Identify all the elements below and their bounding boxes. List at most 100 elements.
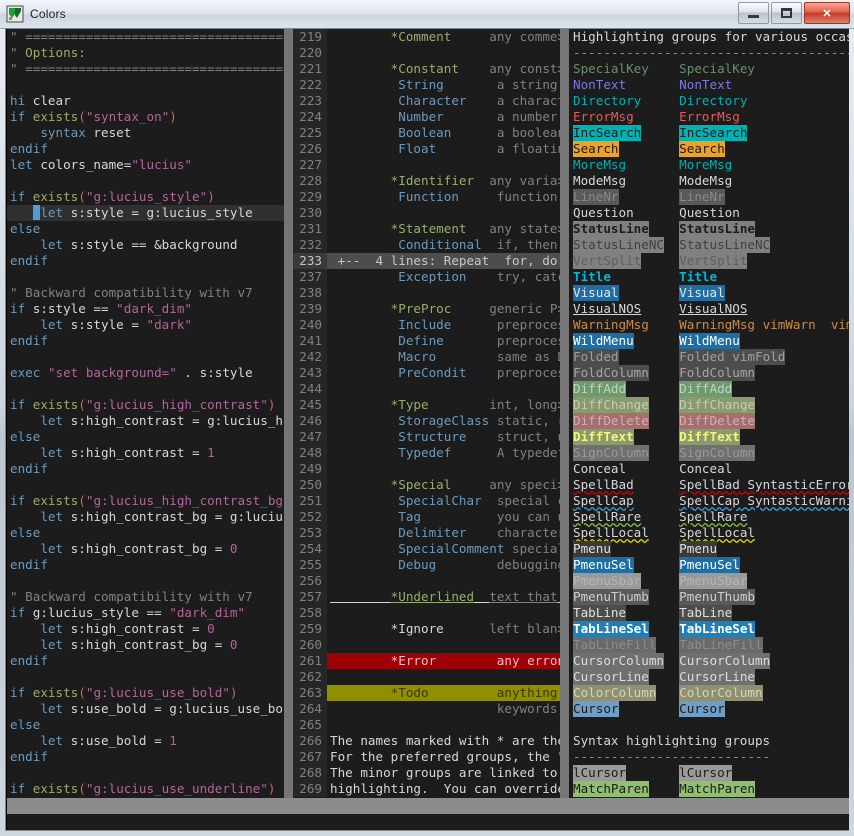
highlight-line[interactable]: Question Question xyxy=(569,205,849,221)
highlight-line[interactable]: SpellLocal SpellLocal xyxy=(569,525,849,541)
highlight-line[interactable]: StatusLineNC StatusLineNC xyxy=(569,237,849,253)
help-line[interactable]: 241 Define preproces> xyxy=(293,333,560,349)
help-line[interactable]: 252 Tag you can u> xyxy=(293,509,560,525)
code-line[interactable]: endif xyxy=(7,461,284,477)
help-line[interactable]: 225 Boolean a boolean> xyxy=(293,125,560,141)
code-line[interactable]: syntax reset xyxy=(7,125,284,141)
help-line[interactable]: 269highlighting. You can override t> xyxy=(293,781,560,797)
help-line[interactable]: 263 *Todo anything > xyxy=(293,685,560,701)
help-line[interactable]: 227 xyxy=(293,157,560,173)
highlight-line[interactable]: Syntax highlighting groups xyxy=(569,733,849,749)
code-line[interactable]: let s:use_bold = g:lucius_use_bold xyxy=(7,701,284,717)
highlight-line[interactable]: LineNr LineNr xyxy=(569,189,849,205)
code-line[interactable] xyxy=(7,77,284,93)
help-line[interactable]: 265 xyxy=(293,717,560,733)
code-line[interactable] xyxy=(7,573,284,589)
code-line[interactable]: " ======================================… xyxy=(7,29,284,45)
highlight-line[interactable]: TabLineSel TabLineSel xyxy=(569,621,849,637)
help-line[interactable]: 267For the preferred groups, the "sy> xyxy=(293,749,560,765)
code-line[interactable]: if exists("g:lucius_use_underline") xyxy=(7,781,284,797)
highlight-line[interactable] xyxy=(569,717,849,733)
help-line[interactable]: 230 xyxy=(293,205,560,221)
code-line[interactable] xyxy=(7,669,284,685)
code-line[interactable]: let s:high_contrast = 0 xyxy=(7,621,284,637)
highlight-line[interactable]: WarningMsg WarningMsg vimWarn vimB> xyxy=(569,317,849,333)
code-line[interactable]: if exists("g:lucius_use_bold") xyxy=(7,685,284,701)
help-line[interactable]: 266The names marked with * are the p> xyxy=(293,733,560,749)
code-line[interactable]: endif xyxy=(7,333,284,349)
help-line[interactable]: 254 SpecialComment special t> xyxy=(293,541,560,557)
highlight-line[interactable]: PmenuSel PmenuSel xyxy=(569,557,849,573)
help-line[interactable]: 257 *Underlined text that xyxy=(293,589,560,605)
highlight-line[interactable]: Search Search xyxy=(569,141,849,157)
code-line[interactable]: if s:style == "dark_dim" xyxy=(7,301,284,317)
highlight-line[interactable]: CursorLine CursorLine xyxy=(569,669,849,685)
highlight-line[interactable]: Pmenu Pmenu xyxy=(569,541,849,557)
highlight-line[interactable]: MatchParen MatchParen xyxy=(569,781,849,797)
help-line[interactable]: 261 *Error any erron> xyxy=(293,653,560,669)
highlight-line[interactable]: SpecialKey SpecialKey xyxy=(569,61,849,77)
code-line[interactable]: endif xyxy=(7,749,284,765)
code-line[interactable]: if exists("g:lucius_high_contrast_bg") xyxy=(7,493,284,509)
highlight-line[interactable]: StatusLine StatusLine xyxy=(569,221,849,237)
highlight-line[interactable]: Folded Folded vimFold xyxy=(569,349,849,365)
highlight-line[interactable]: WildMenu WildMenu xyxy=(569,333,849,349)
help-line[interactable]: 228 *Identifier any varia> xyxy=(293,173,560,189)
help-line[interactable]: 238 xyxy=(293,285,560,301)
highlight-line[interactable]: Cursor Cursor xyxy=(569,701,849,717)
help-line[interactable]: 255 Debug debugging> xyxy=(293,557,560,573)
code-line[interactable]: let s:high_contrast = g:lucius_hig> xyxy=(7,413,284,429)
highlight-line[interactable]: IncSearch IncSearch xyxy=(569,125,849,141)
minimize-button[interactable] xyxy=(738,2,769,24)
pane-syntax-help[interactable]: 219 *Comment any comme>220221 *Constant … xyxy=(293,29,560,798)
help-line[interactable]: 247 Structure struct, u> xyxy=(293,429,560,445)
highlight-line[interactable]: DiffText DiffText xyxy=(569,429,849,445)
highlight-line[interactable]: ColorColumn ColorColumn xyxy=(569,685,849,701)
title-bar[interactable]: Colors ✕ xyxy=(0,0,854,29)
help-line[interactable]: 260 xyxy=(293,637,560,653)
code-line[interactable]: else xyxy=(7,221,284,237)
highlight-line[interactable]: SpellCap SpellCap SyntasticWarni> xyxy=(569,493,849,509)
highlight-line[interactable]: PmenuThumb PmenuThumb xyxy=(569,589,849,605)
code-line[interactable]: if exists("syntax_on") xyxy=(7,109,284,125)
help-line[interactable]: 259 *Ignore left blan> xyxy=(293,621,560,637)
highlight-line[interactable]: TabLine TabLine xyxy=(569,605,849,621)
code-line[interactable]: else xyxy=(7,429,284,445)
vertical-split-2[interactable] xyxy=(560,29,569,798)
code-line[interactable]: let s:high_contrast = 1 xyxy=(7,445,284,461)
help-line[interactable]: 224 Number a number > xyxy=(293,109,560,125)
code-line[interactable]: let s:style = g:lucius_style xyxy=(7,205,284,221)
code-line[interactable]: let s:use_bold = 1 xyxy=(7,733,284,749)
highlight-line[interactable]: Conceal Conceal xyxy=(569,461,849,477)
help-line[interactable]: 244 xyxy=(293,381,560,397)
code-line[interactable]: endif xyxy=(7,141,284,157)
code-line[interactable]: if g:lucius_style == "dark_dim" xyxy=(7,605,284,621)
code-line[interactable]: let s:high_contrast_bg = 0 xyxy=(7,541,284,557)
code-line[interactable]: let s:style = "dark" xyxy=(7,317,284,333)
highlight-line[interactable]: MoreMsg MoreMsg xyxy=(569,157,849,173)
help-line[interactable]: 229 Function function > xyxy=(293,189,560,205)
code-line[interactable] xyxy=(7,381,284,397)
status-right[interactable]: Highlight test [unix] 1,1 Top xyxy=(569,798,849,814)
help-line[interactable]: 242 Macro same as D> xyxy=(293,349,560,365)
highlight-line[interactable]: CursorColumn CursorColumn xyxy=(569,653,849,669)
highlight-line[interactable]: Title Title xyxy=(569,269,849,285)
highlight-line[interactable]: -------------------------- xyxy=(569,749,849,765)
highlight-line[interactable]: Visual Visual xyxy=(569,285,849,301)
code-line[interactable]: else xyxy=(7,525,284,541)
highlight-line[interactable]: lCursor lCursor xyxy=(569,765,849,781)
code-line[interactable]: endif xyxy=(7,253,284,269)
code-line[interactable]: endif xyxy=(7,557,284,573)
highlight-line[interactable]: SpellBad SpellBad SyntasticError xyxy=(569,477,849,493)
help-line[interactable]: 253 Delimiter character> xyxy=(293,525,560,541)
highlight-line[interactable]: PmenuSbar PmenuSbar xyxy=(569,573,849,589)
help-line[interactable]: 243 PreCondit preproces> xyxy=(293,365,560,381)
code-line[interactable]: if exists("g:lucius_high_contrast") xyxy=(7,397,284,413)
highlight-line[interactable]: ----------------------------------------… xyxy=(569,45,849,61)
maximize-button[interactable] xyxy=(771,2,802,24)
help-line[interactable]: 240 Include preproces> xyxy=(293,317,560,333)
highlight-line[interactable]: DiffDelete DiffDelete xyxy=(569,413,849,429)
window-controls[interactable]: ✕ xyxy=(738,2,850,24)
status-mid[interactable]: <p][-][RO][help][dos]219,10-24 4% xyxy=(293,798,569,814)
help-line[interactable]: 239 *PreProc generic P> xyxy=(293,301,560,317)
